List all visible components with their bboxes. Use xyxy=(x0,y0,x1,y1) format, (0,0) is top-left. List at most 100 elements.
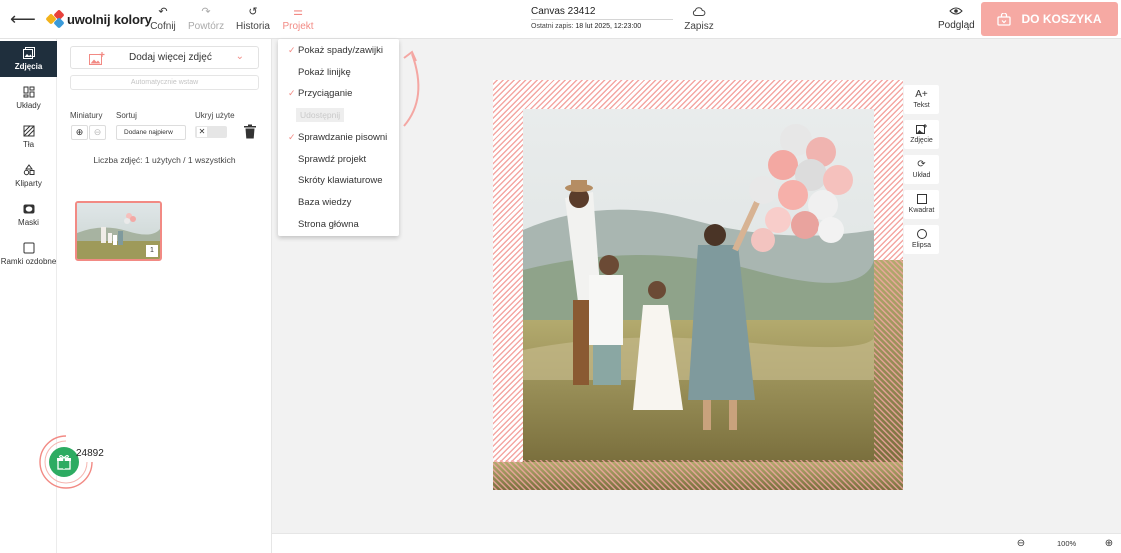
layout-label: Układ xyxy=(912,172,931,179)
redo-button[interactable]: ↷ Powtórz xyxy=(188,6,224,34)
menu-item-show-bleed[interactable]: ✓ Pokaż spady/zawijki xyxy=(278,41,399,61)
canvas-photo-image xyxy=(493,109,903,490)
add-image-button[interactable]: Zdjęcie xyxy=(904,120,939,149)
sidebar-label-layouts: Układy xyxy=(16,101,41,110)
add-square-label: Kwadrat xyxy=(908,207,935,214)
project-label: Projekt xyxy=(282,21,314,32)
add-square-button[interactable]: Kwadrat xyxy=(904,190,939,219)
redo-icon: ↷ xyxy=(201,6,211,18)
sidebar-item-photos[interactable]: Zdjęcia xyxy=(0,41,57,77)
project-button[interactable]: ⚌ Projekt xyxy=(281,6,315,34)
top-bar: ⟵ uwolnij kolory ↶ Cofnij ↷ Powtórz ↺ Hi… xyxy=(0,0,1121,39)
undo-button[interactable]: ↶ Cofnij xyxy=(148,6,178,34)
history-icon: ↺ xyxy=(248,6,258,18)
menu-item-label: Baza wiedzy xyxy=(298,197,352,208)
square-icon xyxy=(904,194,939,206)
photo-count-text: Liczba zdjęć: 1 użytych / 1 wszystkich xyxy=(93,155,236,165)
last-save-label: Ostatni zapis: xyxy=(531,23,574,30)
menu-item-home[interactable]: Strona główna xyxy=(278,215,399,235)
menu-item-knowledge-base[interactable]: Baza wiedzy xyxy=(278,193,399,213)
auto-fill-button[interactable]: Automatycznie wstaw xyxy=(70,75,259,90)
chevron-down-icon: ⌄ xyxy=(235,51,244,62)
sidebar-label-backgrounds: Tła xyxy=(22,140,35,149)
zoom-in-button[interactable]: ⊕ xyxy=(1101,536,1117,552)
sidebar-label-masks: Maski xyxy=(18,218,39,227)
logo-text: uwolnij kolory xyxy=(67,11,152,27)
menu-item-label: Pokaż linijkę xyxy=(298,67,351,78)
hide-used-toggle[interactable]: ✕ xyxy=(195,126,227,138)
sidebar-item-layouts[interactable]: Układy xyxy=(0,80,57,116)
last-save-value: 18 lut 2025, 12:23:00 xyxy=(575,23,642,30)
add-text-button[interactable]: A+ Tekst xyxy=(904,85,939,114)
canvas-photo[interactable] xyxy=(493,80,903,490)
preview-label: Podgląd xyxy=(938,20,975,31)
logo[interactable]: uwolnij kolory xyxy=(45,8,152,30)
canvas-name-underline xyxy=(531,19,673,20)
layout-button[interactable]: ⟳ Układ xyxy=(904,155,939,184)
close-icon: ✕ xyxy=(197,127,207,137)
zoom-out-button[interactable]: ⊖ xyxy=(1013,536,1029,552)
sidebar-item-masks[interactable]: Maski xyxy=(0,197,57,233)
menu-item-share[interactable]: Udostępnij xyxy=(278,106,399,126)
backgrounds-icon xyxy=(23,125,34,137)
cart-label: DO KOSZYKA xyxy=(1021,12,1102,26)
trash-icon[interactable] xyxy=(243,124,257,139)
refresh-layout-icon: ⟳ xyxy=(917,159,926,170)
add-ellipse-button[interactable]: Elipsa xyxy=(904,225,939,254)
menu-item-show-ruler[interactable]: Pokaż linijkę xyxy=(278,63,399,83)
menu-item-label: Pokaż spady/zawijki xyxy=(298,45,384,56)
checkmark-icon: ✓ xyxy=(288,88,296,98)
sliders-icon: ⚌ xyxy=(293,6,303,18)
text-add-icon: A+ xyxy=(915,89,928,100)
add-photos-label: Dodaj więcej zdjęć xyxy=(129,52,212,63)
cloud-icon xyxy=(692,7,706,16)
menu-item-label: Skróty klawiaturowe xyxy=(298,175,383,186)
sidebar-item-cliparts[interactable]: Kliparty xyxy=(0,158,57,194)
sidebar-label-photos: Zdjęcia xyxy=(14,62,43,71)
save-button[interactable]: Zapisz xyxy=(684,6,714,32)
menu-item-snapping[interactable]: ✓ Przyciąganie xyxy=(278,84,399,104)
menu-item-keyboard-shortcuts[interactable]: Skróty klawiaturowe xyxy=(278,171,399,191)
thumbnails-label: Miniatury xyxy=(70,111,103,120)
gift-icon xyxy=(57,454,71,470)
photo-thumbnail[interactable]: 1 xyxy=(75,201,162,261)
last-save-text: Ostatni zapis: 18 lut 2025, 12:23:00 xyxy=(531,23,641,30)
history-label: Historia xyxy=(236,21,270,32)
image-add-icon xyxy=(89,52,105,65)
add-text-label: Tekst xyxy=(913,102,930,109)
photo-usage-count: 1 xyxy=(146,245,158,257)
menu-item-spellcheck[interactable]: ✓ Sprawdzanie pisowni xyxy=(278,128,399,148)
sort-label: Sortuj xyxy=(116,111,137,120)
add-to-cart-button[interactable]: DO KOSZYKA xyxy=(981,2,1118,36)
sidebar-item-frames[interactable]: Ramki ozdobne xyxy=(0,236,57,272)
sidebar-item-backgrounds[interactable]: Tła xyxy=(0,119,57,155)
menu-item-label: Sprawdź projekt xyxy=(298,154,367,165)
sort-select[interactable]: Dodane najpierw xyxy=(116,125,186,140)
zoom-value: 100% xyxy=(1057,539,1077,548)
add-photos-button[interactable]: Dodaj więcej zdjęć ⌄ xyxy=(70,46,259,69)
back-arrow-icon[interactable]: ⟵ xyxy=(10,9,36,29)
preview-button[interactable]: Podgląd xyxy=(938,6,975,31)
image-add-icon xyxy=(904,124,939,136)
logo-mark-icon xyxy=(45,9,65,29)
masks-icon xyxy=(23,204,34,214)
sidebar-label-frames: Ramki ozdobne xyxy=(0,257,57,266)
zoom-bar: ⊖ 100% ⊕ xyxy=(272,533,1121,553)
gift-badge[interactable] xyxy=(36,432,96,492)
menu-item-check-project[interactable]: Sprawdź projekt xyxy=(278,150,399,170)
cart-bag-icon xyxy=(997,12,1012,26)
canvas-name[interactable]: Canvas 23412 xyxy=(531,6,596,17)
save-label: Zapisz xyxy=(684,21,714,32)
eye-icon xyxy=(949,7,963,15)
menu-item-label: Strona główna xyxy=(298,219,359,230)
thumbnail-zoom-in-button[interactable]: ⊕ xyxy=(71,125,88,140)
layouts-icon xyxy=(23,86,34,98)
circle-icon xyxy=(904,229,939,241)
add-ellipse-label: Elipsa xyxy=(911,242,932,249)
history-button[interactable]: ↺ Historia xyxy=(235,6,271,34)
thumbnail-zoom-out-button[interactable]: ⊖ xyxy=(89,125,106,140)
sort-value: Dodane najpierw xyxy=(124,129,173,136)
undo-icon: ↶ xyxy=(158,6,168,18)
zoom-out-icon: ⊖ xyxy=(93,127,102,137)
gift-count: 24892 xyxy=(76,448,104,459)
